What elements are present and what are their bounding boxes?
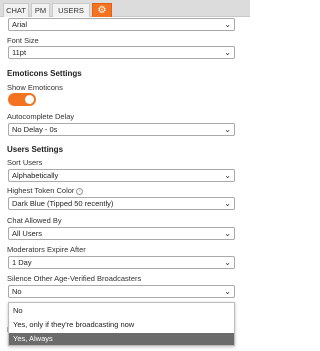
toggle-knob xyxy=(25,95,34,104)
tab-bar: CHAT PM USERS (1) ⚙ xyxy=(0,0,250,28)
dropdown-option-selected[interactable]: Yes, Always xyxy=(9,333,234,345)
autocomplete-delay-select[interactable]: No Delay - 0s ⌄ xyxy=(8,123,235,136)
tab-users[interactable]: USERS (1) xyxy=(52,3,90,28)
autocomplete-delay-label: Autocomplete Delay xyxy=(7,112,75,121)
chevron-down-icon: ⌄ xyxy=(224,20,231,29)
chat-allowed-select[interactable]: All Users ⌄ xyxy=(8,227,235,240)
info-icon[interactable]: i xyxy=(76,187,84,195)
silence-options-dropdown[interactable]: No Yes, only if they're broadcasting now… xyxy=(8,302,235,346)
chevron-down-icon: ⌄ xyxy=(224,199,231,208)
chevron-down-icon: ⌄ xyxy=(224,287,231,296)
sort-users-label: Sort Users xyxy=(7,158,43,167)
autocomplete-delay-value: No Delay - 0s xyxy=(12,125,58,134)
chevron-down-icon: ⌄ xyxy=(224,171,231,180)
emoticons-settings-heading: Emoticons Settings xyxy=(7,69,82,78)
chevron-down-icon: ⌄ xyxy=(224,48,231,57)
chevron-down-icon: ⌄ xyxy=(224,229,231,238)
token-color-label-text: Highest Token Color xyxy=(7,186,75,195)
font-select[interactable]: Arial ⌄ xyxy=(8,18,235,31)
font-size-select[interactable]: 11pt ⌄ xyxy=(8,46,235,59)
chat-allowed-value: All Users xyxy=(12,229,43,238)
moderators-expire-select[interactable]: 1 Day ⌄ xyxy=(8,256,235,269)
users-settings-heading: Users Settings xyxy=(7,145,64,154)
chat-allowed-label: Chat Allowed By xyxy=(7,216,62,225)
sort-users-select[interactable]: Alphabetically ⌄ xyxy=(8,169,235,182)
tab-pm[interactable]: PM xyxy=(31,3,50,17)
tab-settings[interactable]: ⚙ xyxy=(92,3,112,17)
font-select-value: Arial xyxy=(12,20,28,29)
sort-users-value: Alphabetically xyxy=(12,171,59,180)
silence-broadcasters-label: Silence Other Age-Verified Broadcasters xyxy=(7,274,142,283)
font-size-label: Font Size xyxy=(7,36,39,45)
dropdown-option[interactable]: Yes, only if they're broadcasting now xyxy=(9,319,234,331)
moderators-expire-label: Moderators Expire After xyxy=(7,245,86,254)
gear-icon: ⚙ xyxy=(97,5,107,16)
dropdown-option[interactable]: No xyxy=(9,305,234,317)
moderators-expire-value: 1 Day xyxy=(12,258,32,267)
token-color-select[interactable]: Dark Blue (Tipped 50 recently) ⌄ xyxy=(8,197,235,210)
tab-chat[interactable]: CHAT xyxy=(3,3,29,17)
silence-broadcasters-select[interactable]: No ⌄ xyxy=(8,285,235,298)
chevron-down-icon: ⌄ xyxy=(224,258,231,267)
chevron-down-icon: ⌄ xyxy=(224,125,231,134)
token-color-label: Highest Token Color i xyxy=(7,186,84,195)
settings-panel: Arial ⌄ Font Size 11pt ⌄ Emoticons Setti… xyxy=(0,17,250,351)
token-color-value: Dark Blue (Tipped 50 recently) xyxy=(12,199,114,208)
font-size-value: 11pt xyxy=(12,48,27,57)
show-emoticons-label: Show Emoticons xyxy=(7,83,63,92)
silence-broadcasters-value: No xyxy=(12,287,22,296)
show-emoticons-toggle[interactable] xyxy=(8,93,36,106)
